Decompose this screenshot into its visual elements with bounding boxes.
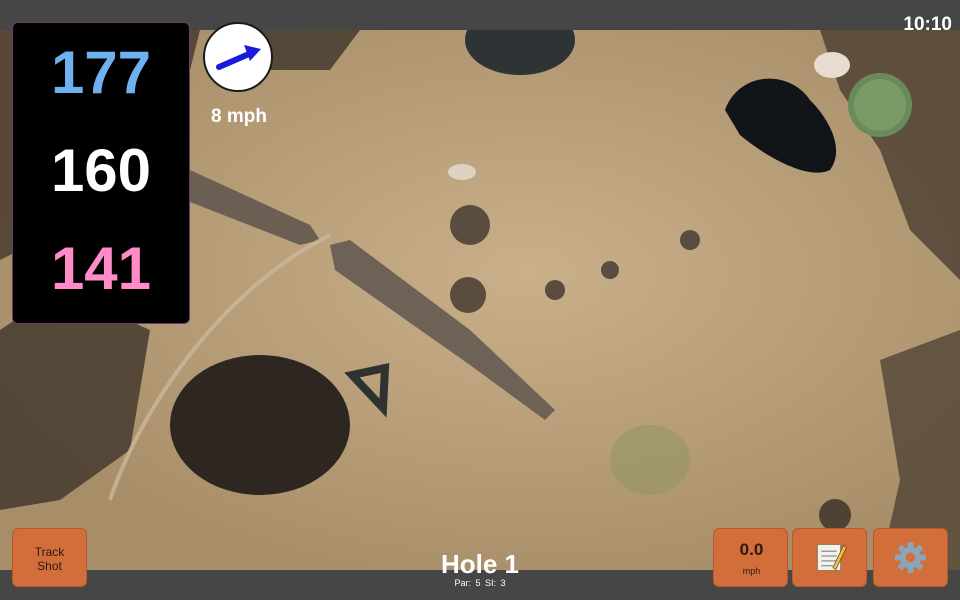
settings-button[interactable] xyxy=(873,528,948,587)
gear-icon xyxy=(895,542,926,573)
speed-unit: mph xyxy=(742,566,761,576)
track-shot-label: Track Shot xyxy=(34,545,65,573)
back-distance: 177 xyxy=(50,39,152,106)
front-distance: 141 xyxy=(50,235,152,302)
speed-button[interactable]: 0.0 mph xyxy=(713,528,788,587)
wind-indicator xyxy=(203,22,273,92)
wind-arrow-icon xyxy=(216,45,261,70)
hole-title: Hole 1 xyxy=(440,549,520,579)
hole-info: Par: 5 SI: 3 xyxy=(380,578,580,588)
wind-speed: 8 mph xyxy=(211,106,267,127)
notes-button[interactable] xyxy=(792,528,867,587)
track-shot-button[interactable]: Track Shot xyxy=(12,528,87,587)
middle-distance: 160 xyxy=(50,137,152,204)
notepad-icon xyxy=(816,543,847,572)
hole-par: Par: 5 xyxy=(454,578,481,588)
distance-panel: 177 160 141 xyxy=(12,22,190,324)
hole-stroke-index: SI: 3 xyxy=(485,578,506,588)
speed-value: 0.0 xyxy=(739,540,764,559)
